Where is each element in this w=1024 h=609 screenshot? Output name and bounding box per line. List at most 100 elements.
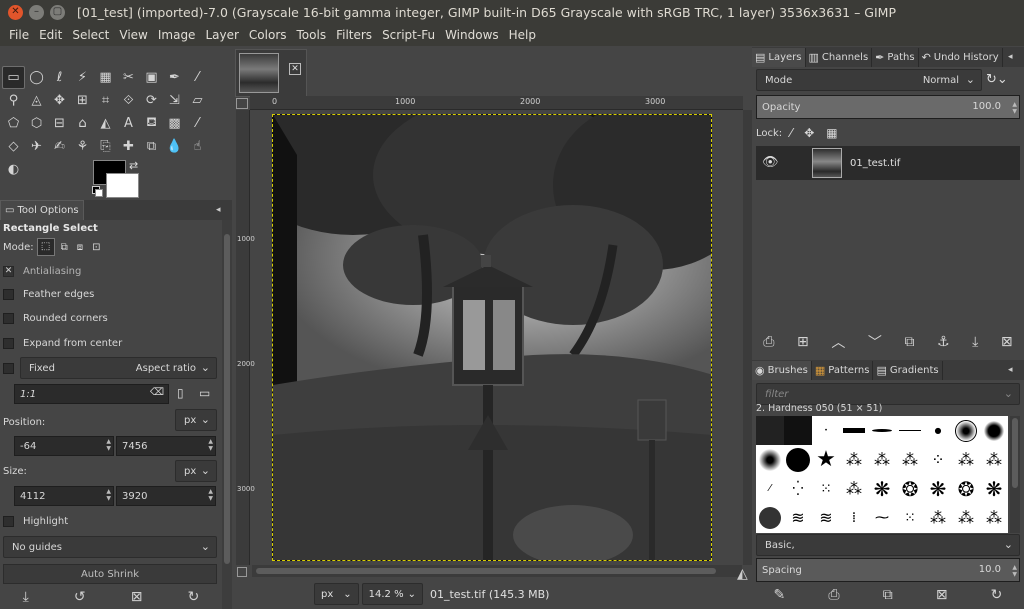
spin-arrows-icon[interactable]: ▲ ▼ bbox=[106, 438, 111, 452]
brush-cell[interactable]: ❂ bbox=[896, 474, 924, 503]
brush-cell[interactable]: ⁂ bbox=[980, 503, 1008, 532]
duplicate-brush-icon[interactable]: ⧉ bbox=[883, 587, 893, 603]
spacing-slider[interactable]: Spacing 10.0 ▲ ▼ bbox=[756, 558, 1020, 582]
clone-icon[interactable]: ⎘ bbox=[94, 135, 117, 158]
brush-cell[interactable]: ❋ bbox=[924, 474, 952, 503]
vertical-ruler[interactable]: 1000 2000 3000 bbox=[236, 110, 255, 565]
delete-options-icon[interactable]: ⊠ bbox=[131, 589, 143, 605]
scissors-icon[interactable]: ✂ bbox=[117, 66, 140, 89]
menu-colors[interactable]: Colors bbox=[244, 28, 292, 42]
ruler-corner-icon[interactable] bbox=[236, 98, 248, 109]
tab-undo-history[interactable]: ↶ Undo History bbox=[919, 47, 1003, 67]
clear-icon[interactable]: ⌫ bbox=[150, 387, 164, 398]
spin-arrows-icon[interactable]: ▲ ▼ bbox=[1012, 564, 1017, 578]
position-y-input[interactable]: 7456 ▲ ▼ bbox=[116, 436, 216, 456]
image-tab[interactable]: ✕ bbox=[235, 49, 307, 97]
mode-subtract-icon[interactable]: ⧈ bbox=[77, 242, 83, 253]
brush-cell[interactable]: ⁙ bbox=[896, 503, 924, 532]
reset-options-icon[interactable]: ↻ bbox=[188, 589, 200, 605]
alignment-icon[interactable]: ⊞ bbox=[71, 89, 94, 112]
brush-cell[interactable] bbox=[756, 416, 784, 445]
raise-layer-icon[interactable]: ︿ bbox=[831, 332, 845, 352]
fuzzy-select-icon[interactable]: ⚡ bbox=[71, 66, 94, 89]
rounded-corners-checkbox[interactable] bbox=[3, 313, 14, 324]
brush-cell[interactable]: ⁂ bbox=[896, 445, 924, 474]
minimize-window-button[interactable]: – bbox=[29, 4, 44, 20]
new-layer-group-icon[interactable]: ⎙ bbox=[763, 334, 774, 350]
move-icon[interactable]: ✥ bbox=[48, 89, 71, 112]
size-height-input[interactable]: 3920 ▲ ▼ bbox=[116, 486, 216, 506]
size-unit-dropdown[interactable]: px ⌄ bbox=[175, 460, 217, 482]
auto-shrink-button[interactable]: Auto Shrink bbox=[3, 564, 217, 584]
restore-options-icon[interactable]: ↺ bbox=[74, 589, 86, 605]
delete-layer-icon[interactable]: ⊠ bbox=[1001, 334, 1013, 350]
new-brush-icon[interactable]: ⎙ bbox=[828, 587, 839, 603]
background-color[interactable] bbox=[106, 173, 139, 198]
lower-layer-icon[interactable]: ﹀ bbox=[868, 332, 882, 352]
gradient-icon[interactable]: ▩ bbox=[163, 112, 186, 135]
menu-help[interactable]: Help bbox=[504, 28, 541, 42]
foreground-select-icon[interactable]: ▣ bbox=[140, 66, 163, 89]
brush-cell[interactable]: ⁛ bbox=[784, 474, 812, 503]
paintbrush-icon[interactable]: ⁄ bbox=[186, 112, 209, 135]
tab-brushes[interactable]: ◉ Brushes bbox=[752, 360, 812, 380]
tab-gradients[interactable]: ▤ Gradients bbox=[873, 360, 943, 380]
rect-select-icon[interactable]: ▭ bbox=[2, 66, 25, 89]
swap-colors-icon[interactable]: ⇄ bbox=[129, 159, 138, 172]
spin-arrows-icon[interactable]: ▲ ▼ bbox=[106, 488, 111, 502]
highlight-checkbox[interactable] bbox=[3, 516, 14, 527]
lock-pixels-icon[interactable]: ⁄ bbox=[790, 126, 792, 140]
3d-transform-icon[interactable]: ⬡ bbox=[25, 112, 48, 135]
menu-view[interactable]: View bbox=[114, 28, 152, 42]
new-layer-icon[interactable]: ⊞ bbox=[797, 334, 809, 350]
expand-from-center-checkbox[interactable] bbox=[3, 338, 14, 349]
menu-filters[interactable]: Filters bbox=[331, 28, 377, 42]
brush-cell[interactable]: ⁂ bbox=[952, 445, 980, 474]
layer-mode-dropdown[interactable]: Mode Normal ⌄ bbox=[756, 69, 982, 91]
eye-icon[interactable]: 👁 bbox=[762, 155, 779, 170]
brush-cell[interactable]: ⁓ bbox=[868, 503, 896, 532]
brush-cell[interactable]: ⁄ bbox=[756, 474, 784, 503]
panel-menu-icon[interactable]: ◂ bbox=[1008, 365, 1018, 375]
close-icon[interactable]: ✕ bbox=[289, 63, 301, 75]
brush-cell[interactable] bbox=[784, 416, 812, 445]
rotate-icon[interactable]: ⟳ bbox=[140, 89, 163, 112]
mode-intersect-icon[interactable]: ⊡ bbox=[92, 242, 100, 253]
by-color-select-icon[interactable]: ▦ bbox=[94, 66, 117, 89]
brush-cell[interactable] bbox=[896, 416, 924, 445]
crop-icon[interactable]: ⌗ bbox=[94, 89, 117, 112]
brush-cell[interactable]: ⁞ bbox=[840, 503, 868, 532]
menu-script-fu[interactable]: Script-Fu bbox=[377, 28, 440, 42]
lock-position-icon[interactable]: ✥ bbox=[804, 126, 814, 140]
brush-grid-scrollbar[interactable] bbox=[1010, 416, 1020, 533]
ratio-input[interactable]: 1:1 ⌫ bbox=[14, 384, 169, 404]
brush-grid[interactable]: • ● ★ ⁂ ⁂ ⁂ ⁘ ⁂ ⁂ ⁄ ⁛ ⁙ ⁂ ❋ ❂ ❋ ❂ ❋ ≋ ≋ … bbox=[756, 416, 1008, 533]
brush-cell[interactable]: ⁂ bbox=[924, 503, 952, 532]
perspective-icon[interactable]: ⬠ bbox=[2, 112, 25, 135]
menu-file[interactable]: File bbox=[4, 28, 34, 42]
brush-cell[interactable]: ● bbox=[924, 416, 952, 445]
color-picker-icon[interactable]: ⁄ bbox=[186, 66, 209, 89]
horizontal-scrollbar[interactable] bbox=[252, 565, 742, 577]
menu-tools[interactable]: Tools bbox=[292, 28, 332, 42]
zoom-icon[interactable]: ⚲ bbox=[2, 89, 25, 112]
spin-arrows-icon[interactable]: ▲ ▼ bbox=[208, 438, 213, 452]
vertical-scrollbar[interactable] bbox=[743, 110, 752, 565]
brush-cell[interactable]: ★ bbox=[812, 445, 840, 474]
blur-icon[interactable]: 💧 bbox=[163, 135, 186, 158]
brush-cell[interactable]: ❋ bbox=[868, 474, 896, 503]
free-select-icon[interactable]: ℓ bbox=[48, 66, 71, 89]
panel-menu-icon[interactable]: ◂ bbox=[216, 205, 226, 215]
warp-transform-icon[interactable]: ⊟ bbox=[48, 112, 71, 135]
mode-add-icon[interactable]: ⧉ bbox=[61, 242, 68, 253]
portrait-icon[interactable]: ▯ bbox=[177, 386, 184, 400]
eraser-icon[interactable]: ◇ bbox=[2, 135, 25, 158]
brush-cell[interactable]: ⁂ bbox=[868, 445, 896, 474]
mode-switch-icon[interactable]: ↻⌄ bbox=[986, 72, 1008, 87]
reset-colors-icon[interactable] bbox=[92, 186, 103, 197]
tab-channels[interactable]: ▥ Channels bbox=[806, 47, 873, 67]
mypaint-brush-icon[interactable]: ⚘ bbox=[71, 135, 94, 158]
anchor-layer-icon[interactable]: ⚓ bbox=[937, 334, 950, 350]
brush-cell[interactable]: ❂ bbox=[952, 474, 980, 503]
tab-tool-options[interactable]: ▭ Tool Options bbox=[0, 200, 84, 220]
